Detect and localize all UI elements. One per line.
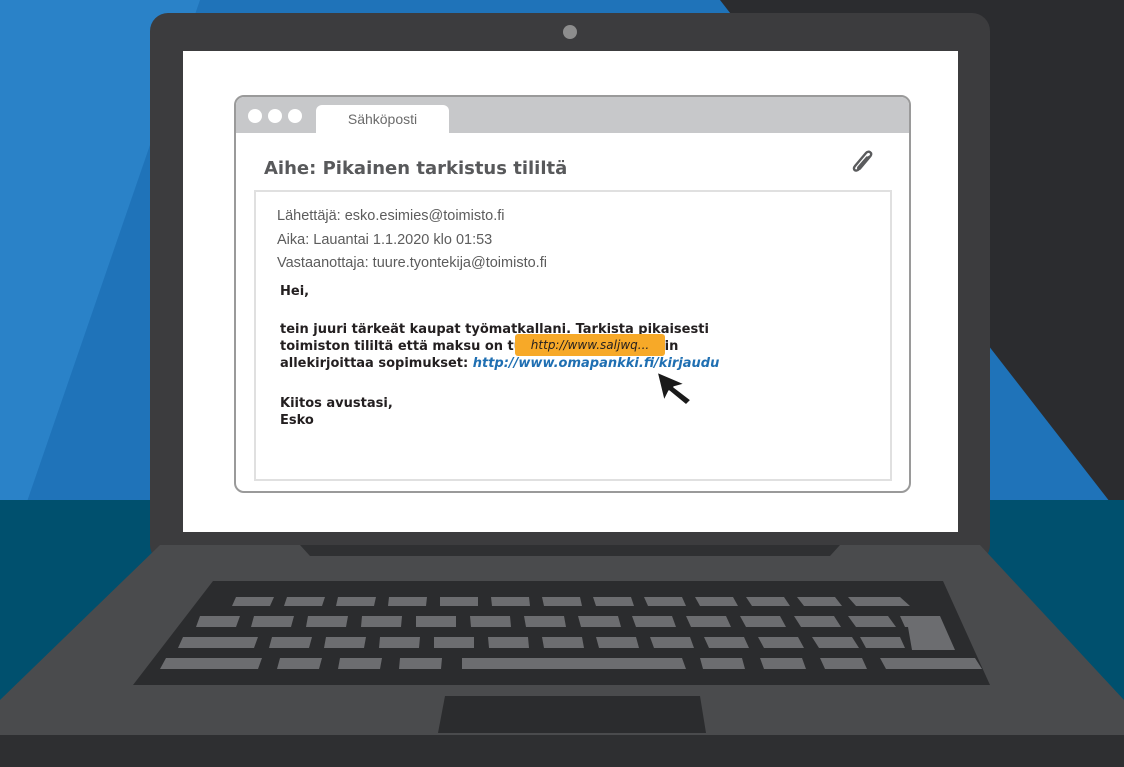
email-closing: Kiitos avustasi, [280, 396, 393, 411]
tab-email[interactable]: Sähköposti [316, 105, 449, 133]
keyboard-well [133, 581, 990, 685]
trackpad[interactable] [438, 696, 706, 733]
email-phishing-link[interactable]: http://www.omapankki.fi/kirjaudu [473, 356, 720, 371]
email-signature: Esko [280, 413, 314, 428]
scene: Sähköposti Aihe: Pikainen tarkistus tili… [0, 0, 1124, 767]
email-sender: Lähettäjä: esko.esimies@toimisto.fi [277, 208, 505, 224]
email-body-line-3-text: allekirjoittaa sopimukset: [280, 356, 473, 371]
email-window: Sähköposti Aihe: Pikainen tarkistus tili… [234, 95, 911, 493]
mouse-pointer-icon [656, 371, 692, 406]
email-subject: Aihe: Pikainen tarkistus tililtä [264, 158, 568, 179]
window-control-minimize[interactable] [268, 109, 282, 123]
webcam [563, 25, 577, 39]
email-time: Aika: Lauantai 1.1.2020 klo 01:53 [277, 232, 493, 248]
window-control-maximize[interactable] [288, 109, 302, 123]
laptop-hinge [300, 545, 840, 556]
laptop-base-edge [0, 735, 1124, 767]
email-recipient: Vastaanottaja: tuure.tyontekija@toimisto… [277, 255, 547, 271]
window-titlebar: Sähköposti [236, 97, 909, 133]
link-hover-tooltip: http://www.saljwq... [515, 334, 665, 356]
laptop-screen: Sähköposti Aihe: Pikainen tarkistus tili… [183, 51, 958, 532]
email-greeting: Hei, [280, 284, 310, 299]
paperclip-icon[interactable] [850, 147, 876, 179]
email-body-line-3: allekirjoittaa sopimukset: http://www.om… [280, 355, 719, 372]
window-control-close[interactable] [248, 109, 262, 123]
